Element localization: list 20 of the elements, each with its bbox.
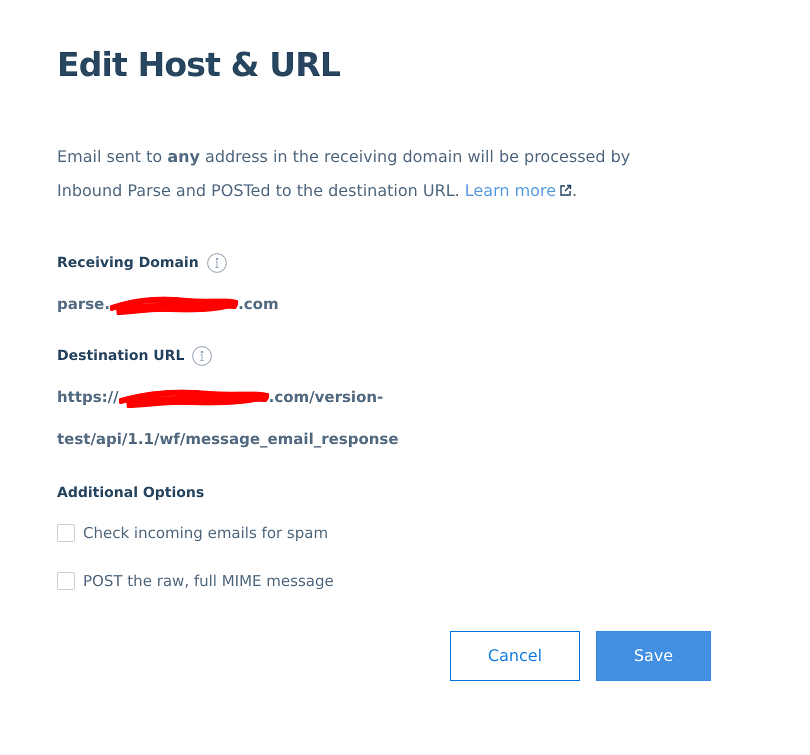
learn-more-link[interactable]: Learn more bbox=[464, 174, 572, 208]
field-value: test/api/1.1/wf/message_email_response bbox=[57, 429, 399, 450]
field-value: .com bbox=[238, 294, 279, 316]
options-heading: Additional Options bbox=[57, 484, 206, 502]
info-icon[interactable] bbox=[192, 346, 212, 366]
field-value: https:// bbox=[57, 387, 119, 408]
cancel-button[interactable]: Cancel bbox=[450, 630, 580, 680]
checkbox[interactable] bbox=[57, 572, 75, 590]
checkbox-label: Check incoming emails for spam bbox=[83, 522, 328, 544]
description-text: Email sent to any address in the receiving domain will be processed by Inbound Parse and POSTed to the destination URL. Learn more . bbox=[57, 140, 677, 208]
page-title: Edit Host & URL bbox=[57, 44, 342, 86]
checkbox[interactable] bbox=[57, 524, 75, 542]
field-label: Destination URL bbox=[57, 346, 184, 366]
external-link-icon bbox=[559, 184, 572, 197]
save-button[interactable]: Save bbox=[596, 630, 711, 680]
info-icon[interactable] bbox=[206, 253, 227, 273]
field-label: Receiving Domain bbox=[57, 254, 199, 272]
checkbox-label: POST the raw, full MIME message bbox=[83, 571, 334, 592]
field-value: parse. bbox=[57, 294, 110, 316]
field-value: .com/version- bbox=[268, 387, 384, 408]
